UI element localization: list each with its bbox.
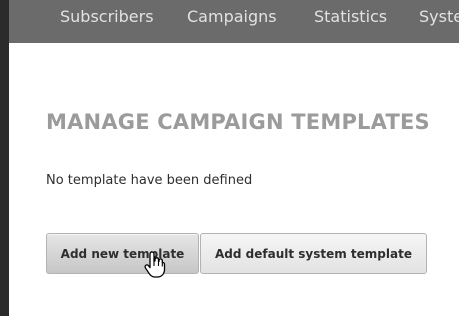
nav-item-campaigns[interactable]: Campaigns — [187, 8, 277, 26]
nav-item-statistics[interactable]: Statistics — [314, 8, 387, 26]
hand-pointer-icon — [144, 252, 166, 278]
window-left-border — [0, 0, 9, 316]
nav-item-subscribers[interactable]: Subscribers — [60, 8, 154, 26]
top-navigation: Subscribers Campaigns Statistics Syste — [9, 0, 459, 43]
nav-item-system[interactable]: Syste — [419, 8, 459, 26]
add-default-system-template-button[interactable]: Add default system template — [200, 233, 427, 274]
page-frame: Subscribers Campaigns Statistics Syste M… — [0, 0, 459, 316]
empty-state-message: No template have been defined — [46, 173, 253, 188]
add-new-template-button[interactable]: Add new template — [46, 233, 199, 274]
page-title: MANAGE CAMPAIGN TEMPLATES — [46, 110, 430, 134]
